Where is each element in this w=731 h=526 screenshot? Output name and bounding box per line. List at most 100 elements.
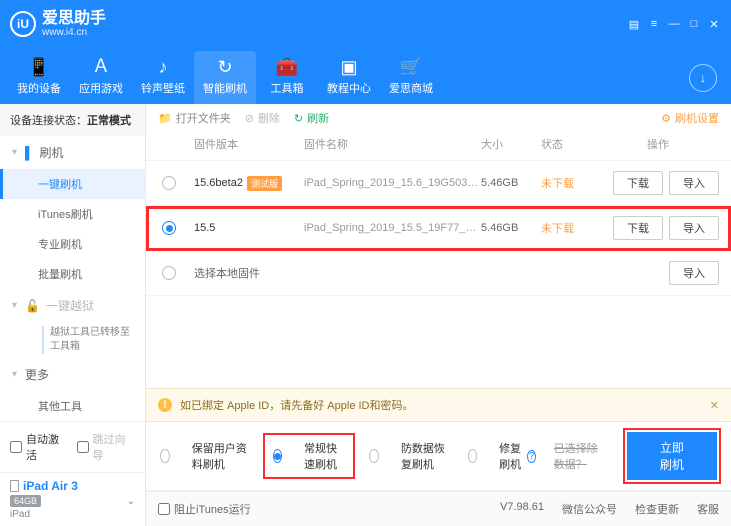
side-item-oneclick-flash[interactable]: 一键刷机: [0, 169, 145, 199]
delete-button[interactable]: ⊘删除: [245, 110, 280, 126]
mode-keep-data[interactable]: 保留用户资料刷机: [160, 440, 249, 472]
connection-status: 设备连接状态：正常模式: [0, 104, 145, 136]
nav-toolbox[interactable]: 🧰 工具箱: [256, 51, 318, 104]
skip-guide-checkbox[interactable]: [77, 441, 89, 453]
nav-my-device[interactable]: 📱 我的设备: [8, 51, 70, 104]
notice-close-icon[interactable]: ✕: [710, 399, 719, 412]
auto-activate-checkbox[interactable]: [10, 441, 22, 453]
auto-activate-label: 自动激活: [26, 431, 69, 463]
help-link[interactable]: 客服: [697, 501, 719, 517]
exclude-data-link[interactable]: 已选择除数据？: [554, 440, 609, 472]
toolbox-icon: 🧰: [276, 57, 298, 78]
column-status: 状态: [541, 136, 597, 152]
window-minimize-icon[interactable]: —: [667, 17, 681, 31]
app-title: 爱思助手: [42, 10, 106, 28]
cart-icon: 🛒: [400, 57, 422, 78]
mode-normal[interactable]: 常规快速刷机: [267, 437, 352, 475]
nav-smart-flash[interactable]: ↻ 智能刷机: [194, 51, 256, 104]
side-item-other-tools[interactable]: 其他工具: [0, 391, 145, 421]
window-lines-icon[interactable]: ≡: [647, 17, 661, 31]
side-item-itunes-flash[interactable]: iTunes刷机: [0, 199, 145, 229]
app-version: V7.98.61: [500, 501, 544, 517]
music-icon: ♪: [159, 57, 168, 78]
nav-label: 我的设备: [17, 80, 61, 96]
refresh-icon: ↻: [217, 57, 232, 78]
nav-tutorials[interactable]: ▣ 教程中心: [318, 51, 380, 104]
open-folder-button[interactable]: 📁打开文件夹: [158, 110, 231, 126]
book-icon: ▣: [340, 57, 357, 78]
firmware-size: 5.46GB: [481, 177, 541, 189]
import-button[interactable]: 导入: [669, 261, 719, 285]
refresh-button[interactable]: ↻刷新: [294, 110, 329, 126]
nav-apps-games[interactable]: Ａ应用游戏: [70, 46, 132, 104]
nav-label: 爱思商城: [389, 80, 433, 96]
firmware-status: 未下载: [541, 220, 597, 236]
mode-radio[interactable]: [160, 449, 170, 463]
wechat-link[interactable]: 微信公众号: [562, 501, 617, 517]
device-expand-icon[interactable]: ⌄: [127, 496, 135, 507]
beta-tag: 测试版: [247, 176, 282, 191]
row-radio[interactable]: [162, 176, 176, 190]
side-item-batch-flash[interactable]: 批量刷机: [0, 259, 145, 289]
firmware-status: 未下载: [541, 175, 597, 191]
column-ops: 操作: [597, 136, 719, 152]
help-icon[interactable]: ?: [527, 450, 536, 463]
download-button[interactable]: 下载: [613, 171, 663, 195]
column-name: 固件名称: [304, 136, 481, 152]
window-menu-icon[interactable]: ▤: [627, 17, 641, 31]
info-icon: !: [158, 398, 172, 412]
firmware-version: 15.6beta2: [194, 177, 243, 189]
apps-icon: Ａ: [92, 52, 110, 78]
app-logo-icon: iU: [10, 11, 36, 37]
nav-store[interactable]: 🛒 爱思商城: [380, 51, 442, 104]
mode-radio[interactable]: [468, 449, 477, 463]
nav-ringtone-wallpaper[interactable]: ♪ 铃声壁纸: [132, 51, 194, 104]
row-radio[interactable]: [162, 266, 176, 280]
jailbreak-moved-note: 越狱工具已转移至工具箱: [42, 326, 133, 354]
storage-badge: 64GB: [10, 495, 41, 507]
appleid-notice: 如已绑定 Apple ID，请先备好 Apple ID和密码。: [180, 397, 414, 413]
mode-anti-recovery[interactable]: 防数据恢复刷机: [369, 440, 450, 472]
device-name[interactable]: iPad Air 3: [23, 479, 78, 493]
mode-radio[interactable]: [273, 449, 283, 463]
mode-radio[interactable]: [369, 449, 379, 463]
app-url: www.i4.cn: [42, 27, 106, 38]
firmware-name: iPad_Spring_2019_15.6_19G5037d_Restore.i…: [304, 177, 481, 189]
row-radio[interactable]: [162, 221, 176, 235]
nav-download-icon[interactable]: ↓: [689, 64, 717, 92]
block-itunes-checkbox[interactable]: [158, 503, 170, 515]
import-button[interactable]: 导入: [669, 171, 719, 195]
device-type: iPad: [10, 509, 135, 520]
local-firmware-row[interactable]: 选择本地固件 导入: [146, 251, 731, 296]
import-button[interactable]: 导入: [669, 216, 719, 240]
check-update-link[interactable]: 检查更新: [635, 501, 679, 517]
column-version: 固件版本: [194, 136, 304, 152]
block-itunes-label: 阻止iTunes运行: [174, 501, 251, 517]
flash-now-button[interactable]: 立即刷机: [627, 432, 717, 480]
window-close-icon[interactable]: ✕: [707, 17, 721, 31]
firmware-name: iPad_Spring_2019_15.5_19F77_Restore.ipsw: [304, 222, 481, 234]
skip-guide-label: 跳过向导: [93, 431, 136, 463]
nav-label: 教程中心: [327, 80, 371, 96]
flash-settings-button[interactable]: ⚙刷机设置: [661, 110, 719, 126]
firmware-row[interactable]: 15.5 iPad_Spring_2019_15.5_19F77_Restore…: [146, 206, 731, 251]
window-maximize-icon[interactable]: □: [687, 17, 701, 31]
nav-label: 工具箱: [271, 80, 304, 96]
download-button[interactable]: 下载: [613, 216, 663, 240]
folder-icon: 📁: [158, 112, 172, 125]
side-group-flash[interactable]: ▾▌刷机: [0, 136, 145, 169]
side-item-pro-flash[interactable]: 专业刷机: [0, 229, 145, 259]
side-group-jailbreak[interactable]: ▾🔓一键越狱: [0, 289, 145, 322]
firmware-version: 15.5: [194, 222, 215, 234]
nav-label: 智能刷机: [203, 80, 247, 96]
side-group-more[interactable]: ▾更多: [0, 358, 145, 391]
firmware-size: 5.46GB: [481, 222, 541, 234]
column-size: 大小: [481, 136, 541, 152]
gear-icon: ⚙: [661, 112, 671, 125]
delete-icon: ⊘: [245, 112, 254, 125]
nav-label: 铃声壁纸: [141, 80, 185, 96]
firmware-row[interactable]: 15.6beta2 测试版 iPad_Spring_2019_15.6_19G50…: [146, 161, 731, 206]
local-firmware-label: 选择本地固件: [194, 265, 597, 281]
mode-repair[interactable]: 修复刷机?: [468, 440, 536, 472]
device-icon: 📱: [28, 57, 50, 78]
